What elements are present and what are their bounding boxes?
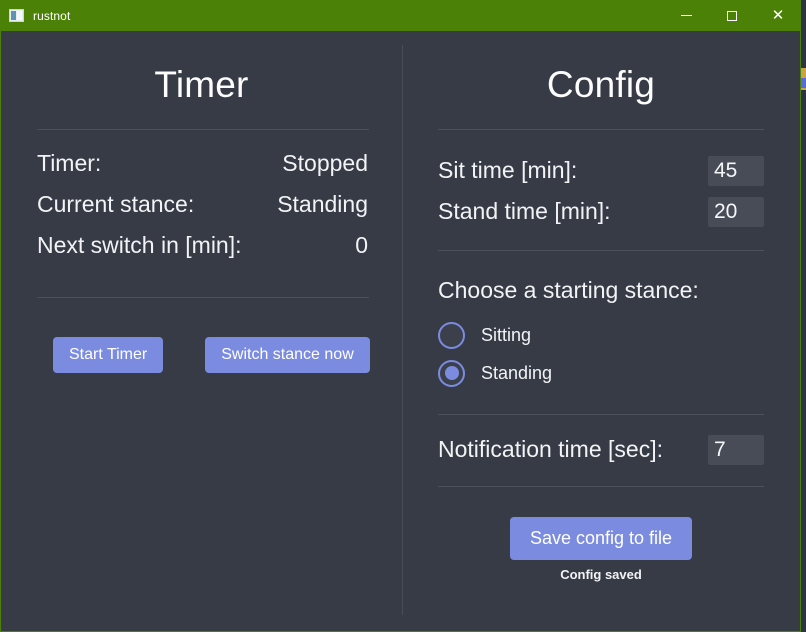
sit-time-input[interactable] — [708, 155, 764, 186]
title-bar[interactable]: rustnot ✕ — [0, 0, 801, 31]
next-switch-value: 0 — [355, 232, 368, 258]
app-window-icon — [9, 9, 24, 22]
title-bar-left: rustnot — [0, 0, 70, 31]
stance-option-standing-label: Standing — [481, 362, 553, 383]
timer-panel-title: Timer — [154, 64, 249, 105]
stance-option-sitting-label: Sitting — [481, 324, 532, 345]
timer-status-list: Timer: Stopped Current stance: Standing … — [1, 150, 402, 273]
close-icon: ✕ — [771, 5, 785, 24]
sit-time-row: Sit time [min]: — [438, 150, 764, 191]
stand-time-label: Stand time [min]: — [438, 198, 611, 224]
config-panel: Config Sit time [min]: Stand time [min]:… — [402, 31, 800, 631]
config-time-fields: Sit time [min]: Stand time [min]: — [402, 150, 800, 232]
current-stance-row: Current stance: Standing — [37, 191, 368, 232]
stand-time-input[interactable] — [708, 196, 764, 227]
maximize-icon — [727, 10, 737, 21]
config-status-message: Config saved — [560, 566, 642, 582]
notification-time-label: Notification time [sec]: — [438, 436, 663, 462]
application-window: rustnot ✕ Timer Timer: Stopped Current s… — [0, 0, 801, 632]
radio-unchecked-icon[interactable] — [438, 321, 465, 349]
switch-stance-button[interactable]: Switch stance now — [205, 337, 370, 374]
timer-state-value: Stopped — [282, 150, 368, 176]
starting-stance-title: Choose a starting stance: — [438, 277, 699, 303]
notification-time-input[interactable] — [708, 434, 764, 465]
minimize-icon — [680, 15, 692, 16]
config-notification-separator — [438, 414, 764, 415]
timer-buttons-separator — [37, 297, 369, 298]
current-stance-label: Current stance: — [37, 191, 195, 217]
save-config-button[interactable]: Save config to file — [509, 517, 693, 560]
timer-action-buttons: Start Timer Switch stance now — [1, 337, 402, 374]
stance-option-standing[interactable]: Standing — [438, 354, 764, 392]
window-title: rustnot — [33, 8, 71, 23]
config-stance-separator — [438, 250, 764, 251]
starting-stance-group: Choose a starting stance: Sitting Standi… — [402, 277, 800, 392]
close-button[interactable]: ✕ — [755, 0, 801, 31]
notification-field-block: Notification time [sec]: — [402, 429, 800, 470]
sit-time-label: Sit time [min]: — [438, 157, 578, 183]
save-config-area: Save config to file Config saved — [402, 517, 800, 582]
window-client-area: Timer Timer: Stopped Current stance: Sta… — [0, 31, 801, 632]
config-panel-title: Config — [546, 64, 656, 105]
timer-status-row: Timer: Stopped — [37, 150, 368, 191]
stance-option-sitting[interactable]: Sitting — [438, 316, 764, 354]
next-switch-row: Next switch in [min]: 0 — [37, 232, 368, 273]
config-title-separator — [438, 129, 764, 130]
next-switch-label: Next switch in [min]: — [37, 232, 242, 258]
current-stance-value: Standing — [277, 191, 368, 217]
start-timer-button[interactable]: Start Timer — [53, 337, 164, 374]
minimize-button[interactable] — [663, 0, 709, 31]
notification-time-row: Notification time [sec]: — [438, 429, 764, 470]
window-controls: ✕ — [663, 0, 801, 31]
timer-panel: Timer Timer: Stopped Current stance: Sta… — [1, 31, 402, 631]
config-save-separator — [438, 486, 764, 487]
timer-title-separator — [37, 129, 369, 130]
desktop-background: rustnot ✕ Timer Timer: Stopped Current s… — [0, 0, 806, 632]
maximize-button[interactable] — [709, 0, 755, 31]
timer-state-label: Timer: — [37, 150, 102, 176]
radio-checked-icon[interactable] — [438, 359, 465, 387]
stand-time-row: Stand time [min]: — [438, 191, 764, 232]
